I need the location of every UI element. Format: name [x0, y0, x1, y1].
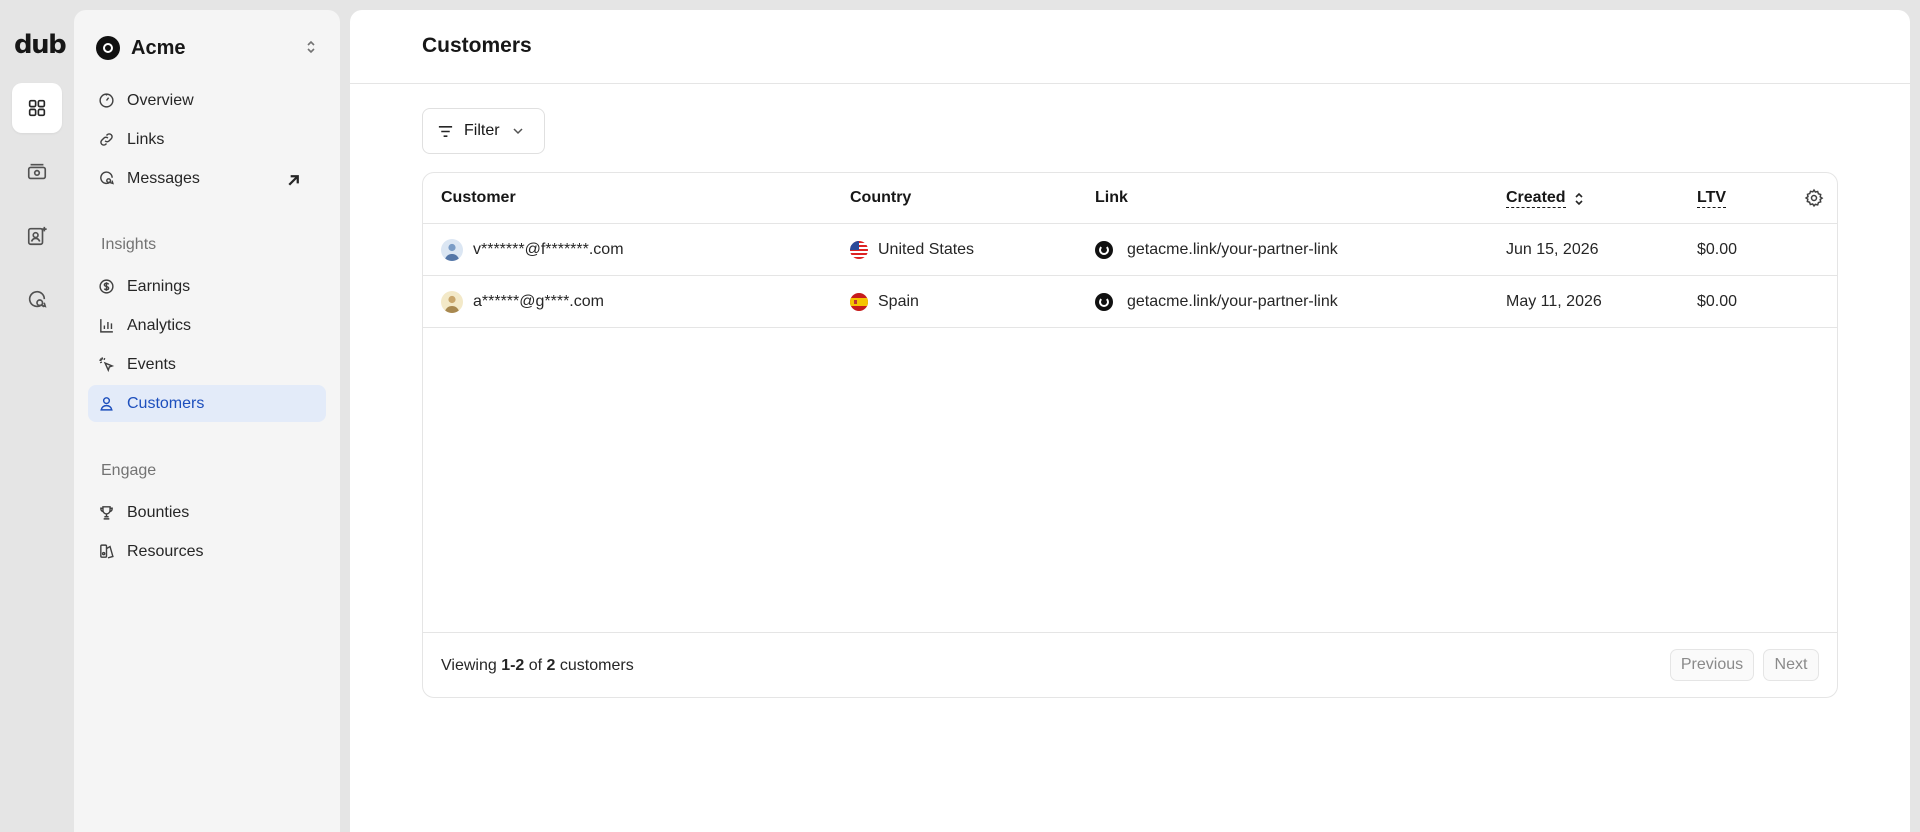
sort-icon[interactable] — [1573, 190, 1585, 208]
message-search-icon — [28, 290, 47, 308]
dollar-icon — [99, 279, 114, 294]
link-icon — [100, 133, 113, 146]
sidebar-item-messages[interactable]: Messages — [88, 160, 326, 197]
country-name: Spain — [878, 293, 919, 310]
country-cell: Spain — [850, 292, 919, 312]
column-header-customer: Customer — [441, 189, 516, 206]
customer-email: v*******@f*******.com — [473, 241, 624, 258]
ltv-cell: $0.00 — [1697, 241, 1738, 258]
message-icon — [100, 171, 114, 185]
gear-icon[interactable] — [1804, 188, 1824, 208]
link-cell[interactable]: getacme.link/your-partner-link — [1095, 292, 1338, 312]
section-label-engage: Engage — [101, 462, 157, 479]
link-url: getacme.link/your-partner-link — [1127, 293, 1338, 310]
country-name: United States — [878, 241, 975, 258]
sidebar-item-analytics[interactable]: Analytics — [88, 307, 326, 344]
rail-messages-button[interactable] — [12, 275, 62, 325]
next-button[interactable]: Next — [1763, 649, 1819, 681]
us-flag-icon — [850, 241, 868, 259]
workspace-name: Acme — [131, 36, 186, 59]
rail-dashboard-button[interactable] — [12, 83, 62, 133]
created-cell: May 11, 2026 — [1506, 293, 1602, 310]
column-header-link: Link — [1095, 189, 1128, 206]
link-logo-icon — [1095, 241, 1113, 259]
trophy-icon — [100, 506, 113, 520]
sidebar-item-links[interactable]: Links — [88, 121, 326, 158]
sidebar-item-label: Links — [127, 130, 165, 148]
avatar — [441, 239, 463, 261]
filter-button[interactable]: Filter — [422, 108, 545, 154]
sidebar-item-label: Events — [127, 355, 176, 373]
workspace-switcher[interactable]: Acme — [96, 34, 185, 62]
link-logo-icon — [1095, 293, 1113, 311]
arrow-up-right-icon — [288, 175, 299, 186]
section-label-insights: Insights — [101, 236, 157, 253]
table-row[interactable]: v*******@f*******.com United States geta… — [423, 224, 1837, 276]
gauge-icon — [99, 93, 114, 108]
user-icon — [100, 397, 113, 411]
sidebar-item-label: Messages — [127, 169, 200, 187]
main-content: Customers Filter Customer Country Link C… — [350, 10, 1910, 832]
sidebar-item-label: Customers — [127, 394, 205, 412]
country-cell: United States — [850, 240, 974, 260]
link-cell[interactable]: getacme.link/your-partner-link — [1095, 240, 1338, 260]
money-icon — [27, 163, 47, 180]
sidebar-item-label: Resources — [127, 542, 204, 560]
table-footer: Viewing 1-2 of 2 customers Previous Next — [423, 632, 1837, 697]
avatar — [441, 291, 463, 313]
created-cell: Jun 15, 2026 — [1506, 241, 1599, 258]
grid-icon — [28, 99, 46, 117]
acme-logo-icon — [96, 36, 120, 60]
chevron-down-icon — [513, 128, 523, 135]
sidebar-item-label: Overview — [127, 91, 194, 109]
table-row[interactable]: a******@g****.com Spain getacme.link/you… — [423, 276, 1837, 328]
customer-email: a******@g****.com — [473, 293, 604, 310]
customers-table: Customer Country Link Created LTV v*****… — [422, 172, 1838, 698]
column-header-country: Country — [850, 189, 912, 206]
table-header: Customer Country Link Created LTV — [423, 173, 1837, 224]
filter-label: Filter — [464, 122, 500, 139]
rail-program-button[interactable] — [12, 211, 62, 261]
chevron-up-down-icon[interactable] — [304, 38, 318, 56]
resources-icon — [100, 544, 114, 559]
sidebar-item-events[interactable]: Events — [88, 346, 326, 383]
ltv-cell: $0.00 — [1697, 293, 1738, 310]
dub-logo[interactable]: dub — [14, 30, 67, 60]
sidebar-item-label: Earnings — [127, 277, 191, 295]
sidebar-item-earnings[interactable]: Earnings — [88, 268, 326, 305]
chart-icon — [100, 319, 113, 333]
es-flag-icon — [850, 293, 868, 311]
sidebar-item-resources[interactable]: Resources — [88, 533, 326, 570]
column-header-ltv[interactable]: LTV — [1697, 189, 1727, 208]
sidebar-item-bounties[interactable]: Bounties — [88, 494, 326, 531]
filter-icon — [438, 125, 453, 137]
sidebar-item-customers[interactable]: Customers — [88, 385, 326, 422]
sidebar-item-overview[interactable]: Overview — [88, 82, 326, 119]
icon-rail: dub — [0, 0, 73, 832]
rail-payouts-button[interactable] — [12, 147, 62, 197]
pagination-summary: Viewing 1-2 of 2 customers — [441, 657, 634, 674]
header-divider — [350, 83, 1910, 84]
customer-cell: v*******@f*******.com — [441, 239, 624, 261]
cursor-rays-icon — [99, 357, 115, 373]
link-url: getacme.link/your-partner-link — [1127, 241, 1338, 258]
column-header-created[interactable]: Created — [1506, 189, 1566, 208]
sidebar-item-label: Bounties — [127, 503, 190, 521]
sidebar-item-label: Analytics — [127, 316, 192, 334]
customer-cell: a******@g****.com — [441, 291, 604, 313]
user-plus-card-icon — [27, 226, 47, 246]
sidebar: Acme Overview Links Messages Insights Ea… — [74, 10, 340, 832]
page-title: Customers — [422, 34, 532, 57]
previous-button[interactable]: Previous — [1670, 649, 1754, 681]
